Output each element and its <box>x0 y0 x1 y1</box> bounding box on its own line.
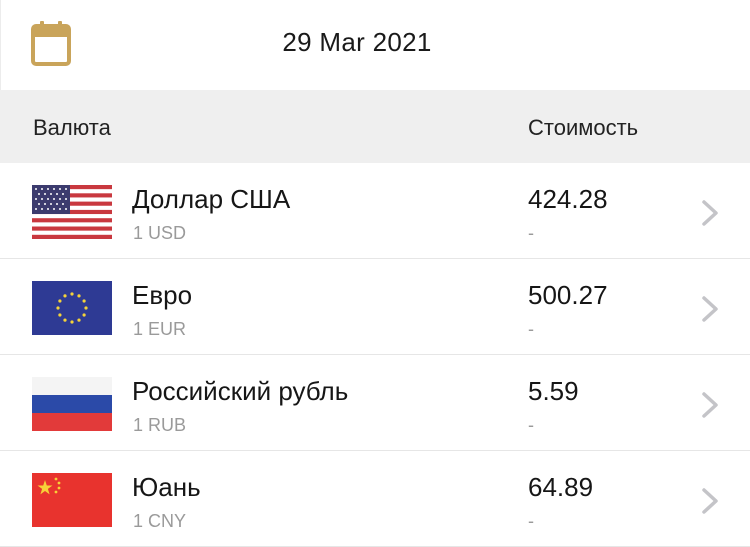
currency-row-eur[interactable]: Евро 1 EUR 500.27 - <box>0 259 750 355</box>
column-header-value: Стоимость <box>528 115 639 140</box>
eu-flag-icon <box>32 281 112 335</box>
currency-change: - <box>528 415 534 435</box>
chevron-right-icon[interactable] <box>700 295 720 323</box>
cn-flag-icon <box>32 473 112 527</box>
us-flag-icon <box>32 185 112 239</box>
chevron-right-icon[interactable] <box>700 487 720 515</box>
currency-change: - <box>528 223 534 243</box>
currency-name: Российский рубль <box>132 376 349 406</box>
currency-value: 500.27 <box>528 280 608 310</box>
currency-code: 1 RUB <box>133 415 187 435</box>
table-header: Валюта Стоимость <box>0 90 750 163</box>
currency-code: 1 USD <box>133 223 187 243</box>
selected-date[interactable]: 29 Mar 2021 <box>1 27 713 58</box>
date-bar[interactable]: 29 Mar 2021 <box>0 0 750 90</box>
currency-name: Юань <box>132 472 201 502</box>
ru-flag-icon <box>32 377 112 431</box>
chevron-right-icon[interactable] <box>700 199 720 227</box>
column-header-currency: Валюта <box>33 115 111 140</box>
currency-name: Доллар США <box>132 184 291 214</box>
currency-code: 1 EUR <box>133 319 187 339</box>
currency-row-usd[interactable]: Доллар США 1 USD 424.28 - <box>0 163 750 259</box>
currency-value: 64.89 <box>528 472 594 502</box>
currency-row-rub[interactable]: Российский рубль 1 RUB 5.59 - <box>0 355 750 451</box>
currency-name: Евро <box>132 280 193 310</box>
chevron-right-icon[interactable] <box>700 391 720 419</box>
currency-row-cny[interactable]: Юань 1 CNY 64.89 - <box>0 451 750 547</box>
currency-change: - <box>528 319 534 339</box>
currency-value: 424.28 <box>528 184 608 214</box>
currency-value: 5.59 <box>528 376 579 406</box>
